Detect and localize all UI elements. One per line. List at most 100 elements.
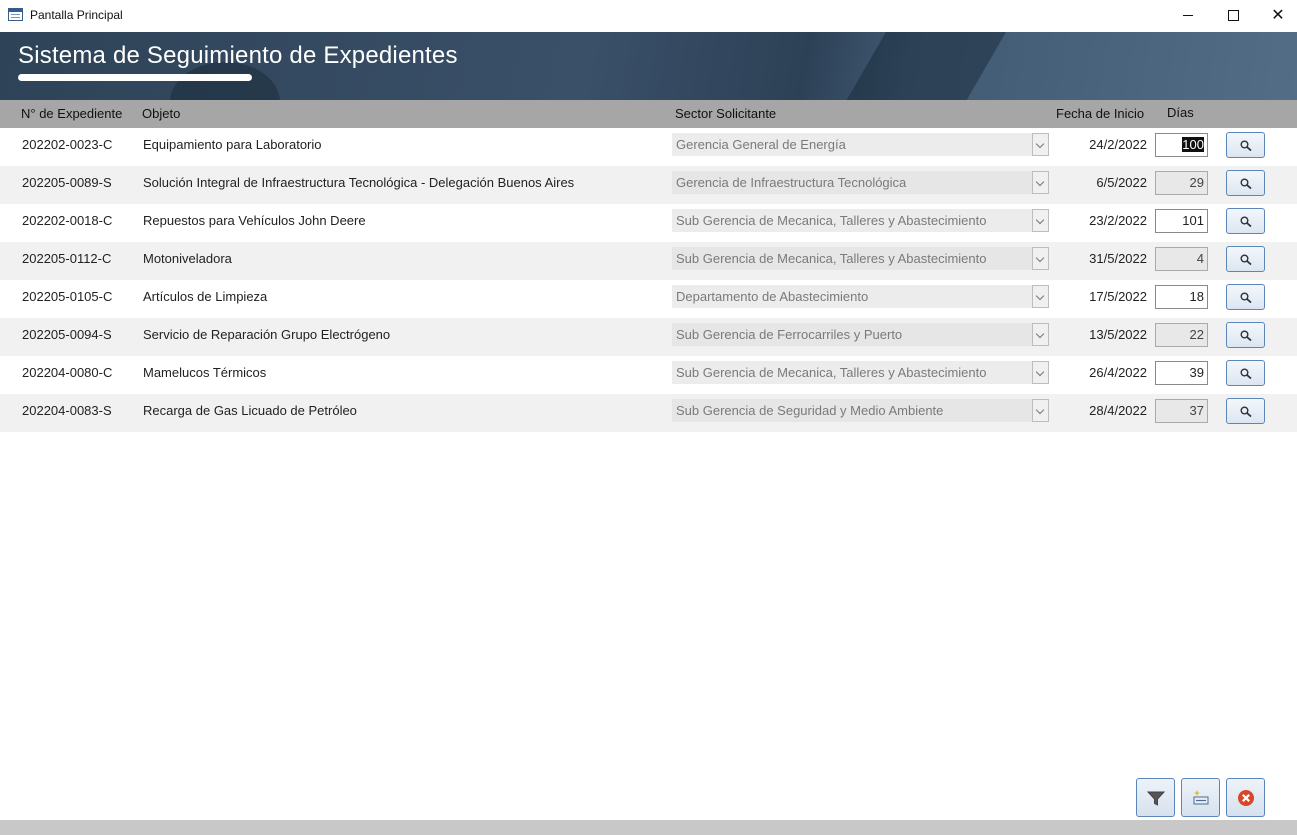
view-detail-button[interactable] xyxy=(1226,246,1265,272)
sector-combobox[interactable]: Sub Gerencia de Mecanica, Talleres y Aba… xyxy=(672,247,1032,270)
view-detail-button[interactable] xyxy=(1226,132,1265,158)
objeto-text[interactable]: Equipamiento para Laboratorio xyxy=(143,137,322,152)
dias-value: 18 xyxy=(1189,289,1204,304)
chevron-down-icon[interactable] xyxy=(1032,323,1049,346)
objeto-text[interactable]: Artículos de Limpieza xyxy=(143,289,267,304)
fecha-inicio[interactable]: 28/4/2022 xyxy=(1089,403,1147,418)
objeto-text[interactable]: Recarga de Gas Licuado de Petróleo xyxy=(143,403,357,418)
maximize-button[interactable] xyxy=(1210,0,1256,31)
chevron-down-icon[interactable] xyxy=(1032,399,1049,422)
view-detail-button[interactable] xyxy=(1226,322,1265,348)
fecha-inicio[interactable]: 13/5/2022 xyxy=(1089,327,1147,342)
sector-value: Departamento de Abastecimiento xyxy=(676,289,869,304)
table-row: 202202-0018-C Repuestos para Vehículos J… xyxy=(0,204,1297,242)
expediente-number[interactable]: 202204-0080-C xyxy=(22,365,112,380)
objeto-text[interactable]: Mamelucos Térmicos xyxy=(143,365,266,380)
chevron-down-icon[interactable] xyxy=(1032,361,1049,384)
dias-value: 22 xyxy=(1189,327,1204,342)
close-window-button[interactable]: ✕ xyxy=(1255,0,1297,31)
dias-value: 39 xyxy=(1189,365,1204,380)
new-record-button[interactable] xyxy=(1181,778,1220,817)
dias-field[interactable]: 39 xyxy=(1155,361,1208,385)
chevron-down-icon[interactable] xyxy=(1032,133,1049,156)
dias-field[interactable]: 22 xyxy=(1155,323,1208,347)
sector-combobox[interactable]: Departamento de Abastecimiento xyxy=(672,285,1032,308)
expediente-number[interactable]: 202205-0094-S xyxy=(22,327,112,342)
sector-value: Sub Gerencia de Ferrocarriles y Puerto xyxy=(676,327,903,342)
column-header-objeto: Objeto xyxy=(142,106,181,121)
dias-field[interactable]: 101 xyxy=(1155,209,1208,233)
expedientes-list: 202202-0023-C Equipamiento para Laborato… xyxy=(0,128,1297,432)
column-header-sector: Sector Solicitante xyxy=(675,106,777,121)
table-row: 202202-0023-C Equipamiento para Laborato… xyxy=(0,128,1297,166)
objeto-text[interactable]: Motoniveladora xyxy=(143,251,232,266)
view-detail-button[interactable] xyxy=(1226,284,1265,310)
sector-value: Gerencia General de Energía xyxy=(676,137,846,152)
table-row: 202204-0080-C Mamelucos Térmicos Sub Ger… xyxy=(0,356,1297,394)
form-icon xyxy=(8,8,23,21)
dias-field[interactable]: 4 xyxy=(1155,247,1208,271)
close-icon: ✕ xyxy=(1271,6,1285,24)
search-icon xyxy=(1240,216,1252,227)
new-record-icon xyxy=(1193,790,1209,805)
sector-combobox[interactable]: Gerencia de Infraestructura Tecnológica xyxy=(672,171,1032,194)
sector-value: Gerencia de Infraestructura Tecnológica xyxy=(676,175,907,190)
page-title: Sistema de Seguimiento de Expedientes xyxy=(18,42,458,69)
sector-combobox[interactable]: Sub Gerencia de Mecanica, Talleres y Aba… xyxy=(672,361,1032,384)
expediente-number[interactable]: 202205-0089-S xyxy=(22,175,112,190)
sector-combobox[interactable]: Gerencia General de Energía xyxy=(672,133,1032,156)
expediente-number[interactable]: 202205-0112-C xyxy=(22,251,111,266)
table-row: 202205-0112-C Motoniveladora Sub Gerenci… xyxy=(0,242,1297,280)
chevron-down-icon[interactable] xyxy=(1032,209,1049,232)
dias-field[interactable]: 100 xyxy=(1155,133,1208,157)
close-form-button[interactable] xyxy=(1226,778,1265,817)
search-icon xyxy=(1240,254,1252,265)
sector-combobox[interactable]: Sub Gerencia de Mecanica, Talleres y Aba… xyxy=(672,209,1032,232)
objeto-text[interactable]: Solución Integral de Infraestructura Tec… xyxy=(143,175,574,190)
view-detail-button[interactable] xyxy=(1226,398,1265,424)
dias-value: 101 xyxy=(1182,213,1204,228)
fecha-inicio[interactable]: 6/5/2022 xyxy=(1096,175,1147,190)
filter-button[interactable] xyxy=(1136,778,1175,817)
expediente-number[interactable]: 202202-0023-C xyxy=(22,137,112,152)
column-header-expediente: N° de Expediente xyxy=(21,106,123,121)
dias-value: 29 xyxy=(1189,175,1204,190)
sector-combobox[interactable]: Sub Gerencia de Seguridad y Medio Ambien… xyxy=(672,399,1032,422)
header-decoration xyxy=(822,32,1018,100)
expediente-number[interactable]: 202204-0083-S xyxy=(22,403,112,418)
sector-value: Sub Gerencia de Mecanica, Talleres y Aba… xyxy=(676,251,987,266)
chevron-down-icon[interactable] xyxy=(1032,247,1049,270)
status-bar xyxy=(0,820,1297,835)
chevron-down-icon[interactable] xyxy=(1032,285,1049,308)
window-titlebar: Pantalla Principal ✕ xyxy=(0,0,1297,31)
sector-value: Sub Gerencia de Seguridad y Medio Ambien… xyxy=(676,403,944,418)
objeto-text[interactable]: Repuestos para Vehículos John Deere xyxy=(143,213,366,228)
view-detail-button[interactable] xyxy=(1226,170,1265,196)
maximize-icon xyxy=(1227,10,1239,21)
sector-combobox[interactable]: Sub Gerencia de Ferrocarriles y Puerto xyxy=(672,323,1032,346)
dias-field[interactable]: 18 xyxy=(1155,285,1208,309)
fecha-inicio[interactable]: 24/2/2022 xyxy=(1089,137,1147,152)
fecha-inicio[interactable]: 17/5/2022 xyxy=(1089,289,1147,304)
view-detail-button[interactable] xyxy=(1226,360,1265,386)
fecha-inicio[interactable]: 31/5/2022 xyxy=(1089,251,1147,266)
table-row: 202204-0083-S Recarga de Gas Licuado de … xyxy=(0,394,1297,432)
expediente-number[interactable]: 202202-0018-C xyxy=(22,213,112,228)
dias-field[interactable]: 29 xyxy=(1155,171,1208,195)
fecha-inicio[interactable]: 23/2/2022 xyxy=(1089,213,1147,228)
header-banner: Sistema de Seguimiento de Expedientes xyxy=(0,32,1297,100)
sector-value: Sub Gerencia de Mecanica, Talleres y Aba… xyxy=(676,213,987,228)
sector-value: Sub Gerencia de Mecanica, Talleres y Aba… xyxy=(676,365,987,380)
search-icon xyxy=(1240,178,1252,189)
view-detail-button[interactable] xyxy=(1226,208,1265,234)
expediente-number[interactable]: 202205-0105-C xyxy=(22,289,112,304)
objeto-text[interactable]: Servicio de Reparación Grupo Electrógeno xyxy=(143,327,390,342)
dias-field[interactable]: 37 xyxy=(1155,399,1208,423)
fecha-inicio[interactable]: 26/4/2022 xyxy=(1089,365,1147,380)
table-row: 202205-0105-C Artículos de Limpieza Depa… xyxy=(0,280,1297,318)
dias-value: 100 xyxy=(1182,137,1204,152)
minimize-button[interactable] xyxy=(1165,0,1211,31)
chevron-down-icon[interactable] xyxy=(1032,171,1049,194)
search-icon xyxy=(1240,292,1252,303)
column-header-bar: N° de Expediente Objeto Sector Solicitan… xyxy=(0,100,1297,128)
